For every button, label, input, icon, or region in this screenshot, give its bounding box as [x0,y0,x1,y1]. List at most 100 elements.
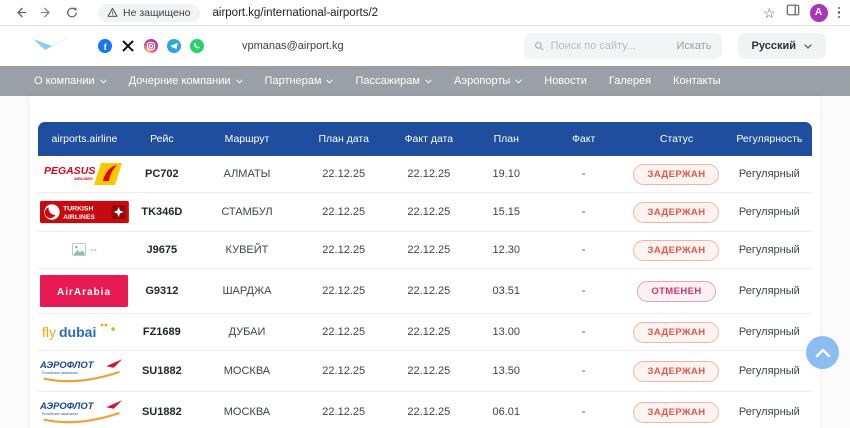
flight-row: АЭРОФЛОТРоссийские авиалинии SU1882 МОСК… [38,392,812,428]
chevron-up-icon [815,348,831,358]
table-body: PEGASUSAIRLINES PC702 АЛМАТЫ 22.12.25 22… [38,156,812,428]
nav-item[interactable]: Контакты [673,75,721,87]
column-header: Факт [541,133,626,145]
status-badge: ЗАДЕРЖАН [633,202,719,223]
svg-text:AIRLINES: AIRLINES [63,214,95,221]
page-content: airports.airline Рейс Маршрут План дата … [30,96,820,428]
svg-text:TURKISH: TURKISH [63,206,93,213]
column-header: Статус [626,133,727,145]
nav-item[interactable]: Аэропорты [454,75,522,87]
search-input[interactable] [551,40,670,52]
reload-icon[interactable] [62,3,82,23]
fact-time-cell: - [541,200,626,224]
airline-logo-pegasus: PEGASUSAIRLINES [38,156,131,192]
airline-logo-turkish: TURKISHAIRLINES [38,193,131,231]
fact-time-cell: - [541,238,626,262]
flights-table: airports.airline Рейс Маршрут План дата … [38,122,812,428]
flight-number: J9675 [131,238,193,262]
fact-time-cell: - [541,400,626,424]
search-icon [534,40,544,52]
regularity-cell: Регулярный [727,400,812,424]
airline-logo-aeroflot: АЭРОФЛОТРоссийские авиалинии [38,392,131,428]
fact-date-cell: 22.12.25 [386,279,471,303]
nav-item[interactable]: Галерея [609,75,651,87]
language-label: Русский [752,40,796,52]
nav-item[interactable]: Новости [544,75,587,87]
contact-email-link[interactable]: vpmanas@airport.kg [242,40,344,52]
regularity-cell: Регулярный [727,279,812,303]
chevron-down-icon [515,79,522,84]
fact-time-cell: - [541,320,626,344]
nav-item[interactable]: Пассажирам [355,75,431,87]
back-icon[interactable] [10,3,30,23]
site-logo-bird-icon[interactable] [30,34,76,59]
side-panel-icon[interactable] [786,3,800,22]
regularity-cell: Регулярный [727,359,812,383]
svg-text:Российские авиалинии: Российские авиалинии [42,412,78,416]
svg-text:dubai: dubai [59,324,96,340]
regularity-cell: Регулярный [727,320,812,344]
plan-time-cell: 19.10 [471,162,541,186]
site-search: Искать [524,33,722,59]
forward-icon[interactable] [36,3,56,23]
warning-icon [107,7,118,18]
nav-item-label: Новости [544,75,587,87]
x-icon[interactable] [121,39,135,53]
status-badge: ЗАДЕРЖАН [633,322,719,343]
table-header-row: airports.airline Рейс Маршрут План дата … [38,122,812,156]
route-cell: ШАРДЖА [193,279,301,303]
plan-time-cell: 03.51 [471,279,541,303]
plan-time-cell: 15.15 [471,200,541,224]
whatsapp-icon[interactable] [190,39,204,53]
plan-date-cell: 22.12.25 [301,320,386,344]
regularity-cell: Регулярный [727,162,812,186]
flight-row: АЭРОФЛОТРоссийские авиалинии SU1882 МОСК… [38,351,812,392]
fact-date-cell: 22.12.25 [386,162,471,186]
browser-toolbar: Не защищено airport.kg/international-air… [0,0,850,26]
nav-item[interactable]: О компании [34,75,107,87]
search-submit-button[interactable]: Искать [676,40,711,52]
telegram-icon[interactable] [167,39,181,53]
svg-text:AirArabia: AirArabia [57,287,111,298]
airline-logo-flydubai: flydubai [38,314,131,350]
bookmark-star-icon[interactable]: ☆ [763,6,776,20]
column-header: airports.airline [38,133,131,145]
status-badge: ЗАДЕРЖАН [633,164,719,185]
fact-date-cell: 22.12.25 [386,320,471,344]
svg-text:АЭРОФЛОТ: АЭРОФЛОТ [40,360,95,371]
flight-number: SU1882 [131,400,193,424]
route-cell: МОСКВА [193,359,301,383]
fact-time-cell: - [541,162,626,186]
flight-number: TK346D [131,200,193,224]
main-navigation: О компании Дочерние компании Партнерам П… [0,66,850,96]
profile-avatar[interactable]: A [810,4,828,22]
regularity-cell: Регулярный [727,200,812,224]
site-header: f vpmanas@airport.kg Искать Русский [0,26,850,66]
plan-time-cell: 13.00 [471,320,541,344]
status-badge: ЗАДЕРЖАН [633,240,719,261]
instagram-icon[interactable] [144,39,158,53]
fact-date-cell: 22.12.25 [386,400,471,424]
nav-item-label: Аэропорты [454,75,510,87]
nav-item-label: О компании [34,75,95,87]
browser-menu-icon[interactable] [838,7,841,19]
svg-text:AIRLINES: AIRLINES [74,176,93,181]
security-chip[interactable]: Не защищено [98,4,200,22]
chevron-down-icon [804,44,812,49]
scroll-to-top-button[interactable] [806,336,839,369]
nav-item[interactable]: Дочерние компании [129,75,243,87]
nav-item-label: Пассажирам [355,75,419,87]
facebook-icon[interactable]: f [98,39,112,53]
flight-row: PEGASUSAIRLINES PC702 АЛМАТЫ 22.12.25 22… [38,156,812,193]
nav-item-label: Дочерние компании [129,75,231,87]
fact-date-cell: 22.12.25 [386,200,471,224]
nav-item[interactable]: Партнерам [265,75,334,87]
status-badge: ЗАДЕРЖАН [633,361,719,382]
nav-item-label: Контакты [673,75,721,87]
plan-date-cell: 22.12.25 [301,162,386,186]
column-header: Факт дата [386,133,471,145]
language-selector[interactable]: Русский [738,33,826,59]
flight-number: G9312 [131,279,193,303]
column-header: Регулярность [727,133,812,145]
address-bar[interactable]: airport.kg/international-airports/2 [213,7,757,19]
